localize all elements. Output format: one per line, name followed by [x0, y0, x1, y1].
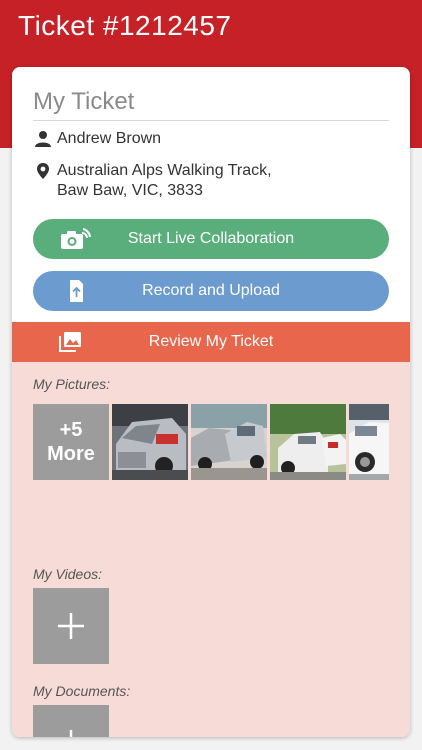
review-my-ticket-button[interactable]: Review My Ticket: [12, 322, 410, 362]
camera-live-icon: [61, 228, 91, 249]
upload-file-icon: [70, 280, 83, 302]
person-icon: [35, 131, 51, 147]
location-pin-icon: [37, 163, 49, 179]
pictures-strip: +5 More: [33, 404, 389, 480]
collab-label: Start Live Collaboration: [127, 230, 295, 247]
damaged-car-photo-1[interactable]: [112, 404, 188, 480]
start-live-collaboration-button[interactable]: Start Live Collaboration: [33, 219, 389, 259]
ticket-card: My Ticket Andrew Brown Australian Alps W…: [12, 67, 410, 737]
record-and-upload-button[interactable]: Record and Upload: [33, 271, 389, 311]
user-name: Andrew Brown: [57, 130, 162, 147]
upload-label: Record and Upload: [142, 282, 280, 299]
add-document-button[interactable]: [33, 705, 109, 737]
damaged-car-photo-2[interactable]: [191, 404, 267, 480]
add-video-button[interactable]: [33, 588, 109, 664]
image-gallery-icon: [59, 332, 81, 352]
more-label: More: [47, 443, 95, 465]
address-line-2: Baw Baw, VIC, 3833: [57, 182, 203, 199]
card-title: My Ticket: [33, 88, 389, 121]
more-pictures-tile[interactable]: +5 More: [33, 404, 109, 480]
videos-label: My Videos:: [33, 566, 102, 582]
plus-icon: [58, 613, 84, 639]
address-row: Australian Alps Walking Track, Baw Baw, …: [33, 161, 272, 201]
damaged-car-photo-3[interactable]: [270, 404, 346, 480]
page-title: Ticket #1212457: [18, 10, 232, 41]
damaged-car-photo-4[interactable]: [349, 404, 389, 480]
more-count: +5: [59, 419, 83, 441]
address-line-1: Australian Alps Walking Track,: [57, 162, 272, 179]
plus-icon: [69, 730, 73, 737]
documents-label: My Documents:: [33, 683, 131, 699]
review-label: Review My Ticket: [148, 333, 274, 350]
pictures-label: My Pictures:: [33, 376, 111, 392]
media-section: My Pictures: +5 More My Videos: My Docum…: [12, 362, 410, 737]
user-name-row: Andrew Brown: [33, 129, 161, 149]
